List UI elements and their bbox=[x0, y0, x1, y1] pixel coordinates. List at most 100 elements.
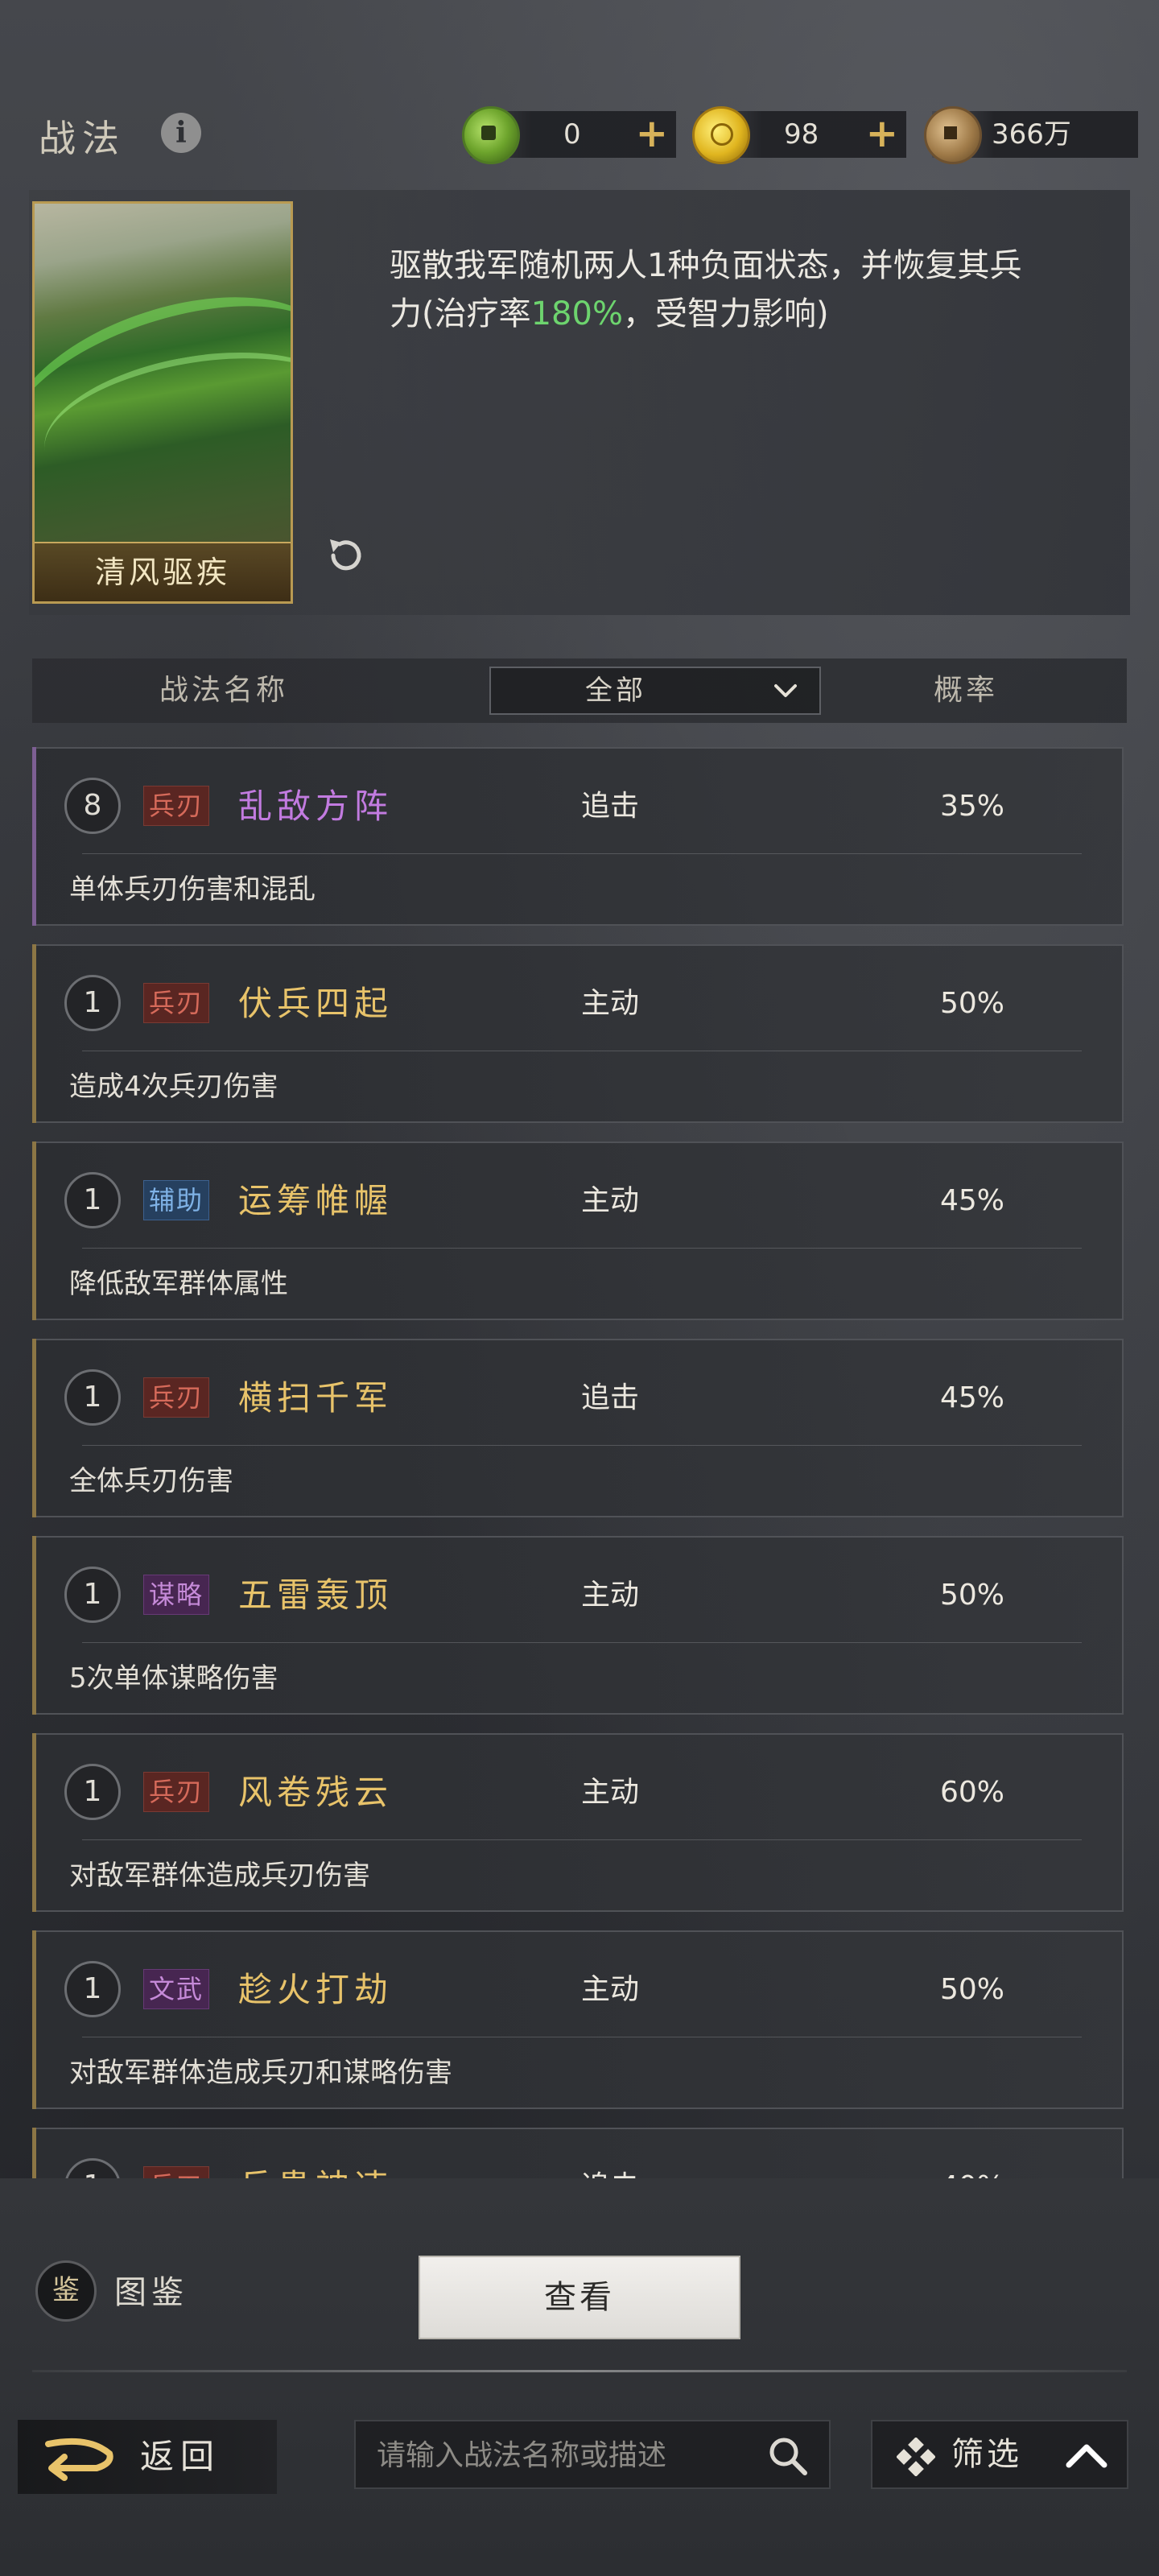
list-item[interactable]: 1 兵刃 伏兵四起 主动 50% 造成4次兵刃伤害 bbox=[32, 944, 1124, 1123]
skill-name: 趁火打劫 bbox=[238, 1970, 394, 2009]
skill-card-name: 清风驱疾 bbox=[35, 542, 291, 601]
desc-text: ，受智力影响) bbox=[622, 295, 829, 332]
list-item[interactable]: 1 谋略 五雷轰顶 主动 50% 5次单体谋略伤害 bbox=[32, 1536, 1124, 1715]
skill-screen: 战法 i 0 + 98 + 366万 清风驱疾 驱散我军随机两人1种负面状态，并… bbox=[0, 0, 1159, 2576]
search-icon[interactable] bbox=[766, 2434, 810, 2478]
divider bbox=[82, 853, 1082, 854]
skill-name: 兵贵神速 bbox=[238, 2155, 393, 2180]
skill-type: 主动 bbox=[581, 1184, 640, 1217]
gold-coin-icon bbox=[692, 106, 750, 164]
list-item[interactable]: 1 兵刃 横扫千军 追击 45% 全体兵刃伤害 bbox=[32, 1339, 1124, 1517]
list-item[interactable]: 8 兵刃 乱敌方阵 追击 35% 单体兵刃伤害和混乱 bbox=[32, 747, 1124, 926]
skill-name: 横扫千军 bbox=[238, 1378, 394, 1418]
skill-summary: 单体兵刃伤害和混乱 bbox=[69, 873, 316, 906]
skill-type: 主动 bbox=[581, 987, 640, 1020]
skill-probability: 50% bbox=[940, 1579, 1005, 1612]
skill-probability: 45% bbox=[940, 1184, 1005, 1217]
jade-add-button[interactable]: + bbox=[636, 111, 668, 158]
divider bbox=[82, 1248, 1082, 1249]
skill-name: 五雷轰顶 bbox=[238, 1575, 394, 1615]
skill-category-tag: 兵刃 bbox=[143, 983, 210, 1023]
skill-level: 1 bbox=[64, 1172, 121, 1228]
skill-level: 1 bbox=[64, 975, 121, 1031]
skill-probability: 50% bbox=[940, 1973, 1005, 2006]
skill-name: 风卷残云 bbox=[238, 1773, 394, 1812]
skill-type: 追击 bbox=[581, 2155, 639, 2180]
list-item[interactable]: 1 兵刃 兵贵神速 追击 40% bbox=[32, 2128, 1124, 2180]
divider bbox=[82, 1839, 1082, 1840]
skill-name: 乱敌方阵 bbox=[238, 786, 394, 826]
skill-category-tag: 辅助 bbox=[143, 1180, 210, 1220]
codex-icon[interactable]: 鉴 bbox=[35, 2260, 97, 2322]
skill-description: 驱散我军随机两人1种负面状态，并恢复其兵力(治疗率180%，受智力影响) bbox=[390, 242, 1050, 338]
list-item[interactable]: 1 兵刃 风卷残云 主动 60% 对敌军群体造成兵刃伤害 bbox=[32, 1733, 1124, 1912]
skill-probability: 45% bbox=[940, 1381, 1005, 1414]
heal-rate: 180% bbox=[530, 295, 623, 332]
copper-value: 366万 bbox=[992, 118, 1071, 151]
skill-type: 追击 bbox=[581, 1381, 640, 1414]
gold-add-button[interactable]: + bbox=[866, 111, 898, 158]
skill-summary: 全体兵刃伤害 bbox=[69, 1465, 233, 1497]
skill-probability: 40% bbox=[940, 2155, 1004, 2180]
name-column-header: 战法名称 bbox=[159, 674, 289, 707]
skill-probability: 35% bbox=[940, 790, 1005, 823]
skill-category-tag: 兵刃 bbox=[143, 786, 210, 826]
gold-value: 98 bbox=[784, 118, 819, 151]
skill-summary: 降低敌军群体属性 bbox=[69, 1268, 288, 1300]
skill-name: 运筹帷幄 bbox=[238, 1181, 394, 1220]
skill-type: 追击 bbox=[581, 790, 640, 823]
search-input[interactable] bbox=[375, 2421, 749, 2489]
divider bbox=[82, 1642, 1082, 1643]
page-title: 战法 bbox=[39, 117, 126, 160]
list-item[interactable]: 1 辅助 运筹帷幄 主动 45% 降低敌军群体属性 bbox=[32, 1141, 1124, 1320]
skill-type: 主动 bbox=[581, 1973, 640, 2006]
skill-category-tag: 文武 bbox=[143, 1969, 210, 2009]
skill-level: 1 bbox=[64, 1961, 121, 2017]
reset-icon[interactable] bbox=[322, 531, 370, 580]
list-item[interactable]: 1 文武 趁火打劫 主动 50% 对敌军群体造成兵刃和谋略伤害 bbox=[32, 1930, 1124, 2109]
back-label: 返回 bbox=[140, 2437, 221, 2476]
skill-category-tag: 兵刃 bbox=[143, 1377, 210, 1418]
category-dropdown[interactable]: 全部 bbox=[489, 667, 821, 715]
skill-level: 1 bbox=[64, 1369, 121, 1426]
skill-type: 主动 bbox=[581, 1579, 640, 1612]
gold-currency: 98 + bbox=[692, 106, 906, 164]
skill-card[interactable]: 清风驱疾 bbox=[32, 201, 293, 604]
skill-type: 主动 bbox=[581, 1776, 640, 1809]
list-header: 战法名称 全部 概率 bbox=[32, 658, 1127, 723]
search-box[interactable] bbox=[354, 2420, 831, 2489]
skill-summary: 5次单体谋略伤害 bbox=[69, 1662, 278, 1695]
divider bbox=[82, 1445, 1082, 1446]
chevron-up-icon bbox=[1066, 2444, 1107, 2468]
jade-value: 0 bbox=[563, 118, 581, 151]
jade-currency: 0 + bbox=[462, 106, 676, 164]
skill-level: 1 bbox=[64, 1764, 121, 1820]
back-arrow-icon bbox=[45, 2438, 113, 2481]
skill-probability: 50% bbox=[940, 987, 1005, 1020]
info-icon[interactable]: i bbox=[161, 113, 201, 153]
chevron-down-icon bbox=[774, 684, 797, 697]
view-button[interactable]: 查看 bbox=[419, 2256, 740, 2339]
skill-summary: 对敌军群体造成兵刃伤害 bbox=[69, 1860, 370, 1892]
skill-level: 1 bbox=[64, 2158, 121, 2180]
skill-probability: 60% bbox=[940, 1776, 1005, 1809]
filter-icon bbox=[897, 2438, 935, 2476]
skill-summary: 造成4次兵刃伤害 bbox=[69, 1071, 278, 1103]
bottom-panel bbox=[0, 2178, 1159, 2576]
skill-level: 8 bbox=[64, 778, 121, 834]
copper-coin-icon bbox=[924, 106, 982, 164]
jade-coin-icon bbox=[462, 106, 520, 164]
skill-list[interactable]: 8 兵刃 乱敌方阵 追击 35% 单体兵刃伤害和混乱 1 兵刃 伏兵四起 主动 … bbox=[32, 741, 1127, 2180]
skill-summary: 对敌军群体造成兵刃和谋略伤害 bbox=[69, 2057, 452, 2089]
skill-category-tag: 兵刃 bbox=[143, 1772, 210, 1812]
skill-category-tag: 谋略 bbox=[143, 1575, 210, 1615]
back-button[interactable]: 返回 bbox=[18, 2420, 277, 2494]
copper-currency: 366万 bbox=[924, 106, 1138, 164]
divider bbox=[32, 2370, 1127, 2372]
codex-label[interactable]: 图鉴 bbox=[114, 2270, 188, 2315]
skill-level: 1 bbox=[64, 1567, 121, 1623]
skill-name: 伏兵四起 bbox=[238, 984, 394, 1023]
dropdown-value: 全部 bbox=[585, 675, 646, 707]
filter-button[interactable]: 筛选 bbox=[871, 2420, 1128, 2489]
probability-column-header: 概率 bbox=[934, 674, 999, 707]
